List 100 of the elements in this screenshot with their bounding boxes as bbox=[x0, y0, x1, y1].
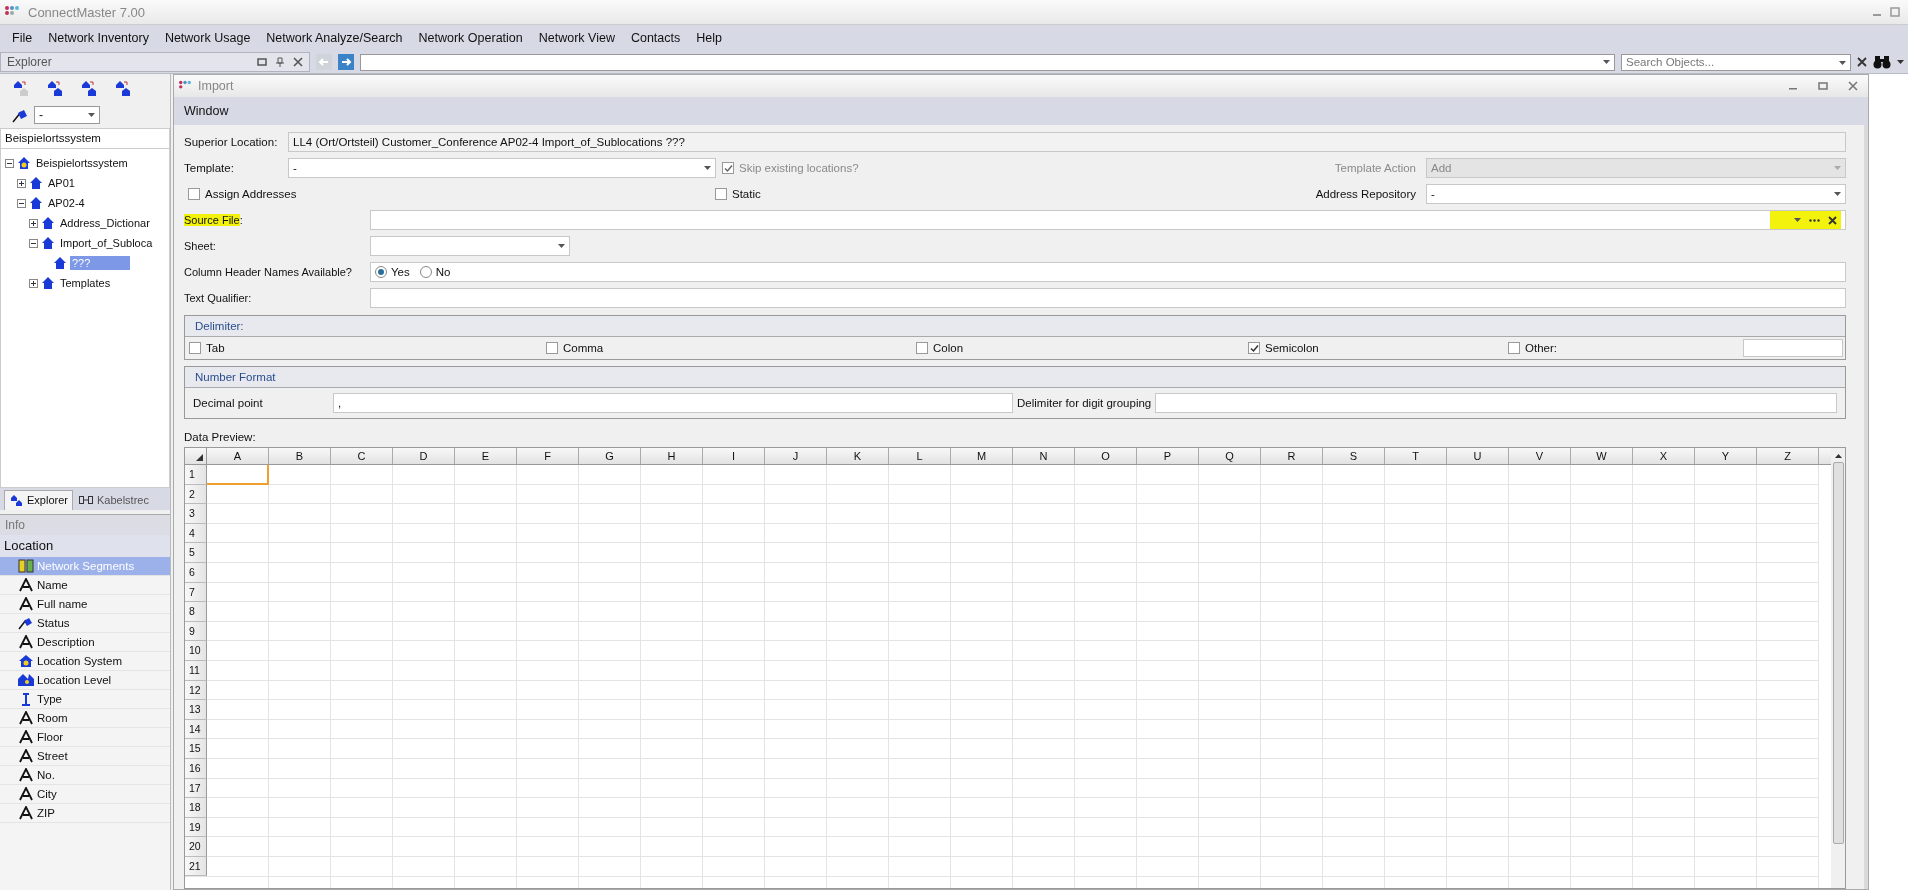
menu-item[interactable]: Network Usage bbox=[156, 31, 259, 45]
row-header[interactable]: 3 bbox=[185, 504, 207, 524]
tree-tool-icon[interactable] bbox=[80, 80, 96, 96]
delimiter-checkbox[interactable]: Comma bbox=[546, 342, 916, 354]
property-item[interactable]: Street bbox=[0, 746, 170, 766]
row-header[interactable]: 10 bbox=[185, 641, 207, 661]
expand-icon[interactable] bbox=[17, 178, 26, 188]
tree-item[interactable]: Address_Dictionar bbox=[58, 216, 152, 230]
column-header[interactable]: A bbox=[207, 448, 269, 464]
column-header[interactable]: R bbox=[1261, 448, 1323, 464]
column-header[interactable]: B bbox=[269, 448, 331, 464]
row-header[interactable]: 14 bbox=[185, 719, 207, 740]
property-item[interactable]: Name bbox=[0, 575, 170, 595]
caret-icon[interactable] bbox=[1897, 60, 1904, 64]
caret-icon[interactable] bbox=[88, 113, 95, 117]
row-header[interactable]: 7 bbox=[185, 582, 207, 603]
filter-dropdown[interactable]: - bbox=[34, 106, 100, 124]
menu-item[interactable]: File bbox=[4, 31, 41, 45]
column-header[interactable]: P bbox=[1137, 448, 1199, 464]
row-header[interactable]: 8 bbox=[185, 602, 207, 622]
location-system-field[interactable]: Beispielortssystem bbox=[0, 128, 170, 149]
column-header[interactable]: N bbox=[1013, 448, 1075, 464]
maximize-icon[interactable] bbox=[1818, 81, 1828, 91]
property-item[interactable]: Type bbox=[0, 689, 170, 709]
column-header[interactable]: G bbox=[579, 448, 641, 464]
column-header[interactable]: W bbox=[1571, 448, 1633, 464]
clear-icon[interactable] bbox=[1828, 215, 1837, 225]
menu-item[interactable]: Network Operation bbox=[410, 31, 531, 45]
delimiter-checkbox[interactable]: Other: bbox=[1508, 342, 1743, 354]
column-header[interactable]: L bbox=[889, 448, 951, 464]
row-header[interactable]: 6 bbox=[185, 562, 207, 583]
property-item[interactable]: No. bbox=[0, 765, 170, 785]
column-header[interactable]: H bbox=[641, 448, 703, 464]
row-header[interactable]: 18 bbox=[185, 798, 207, 818]
digit-grouping-field[interactable] bbox=[1155, 393, 1837, 413]
row-header[interactable]: 13 bbox=[185, 700, 207, 720]
column-header[interactable]: K bbox=[827, 448, 889, 464]
property-item[interactable]: Location Level bbox=[0, 670, 170, 690]
caret-icon[interactable] bbox=[1603, 60, 1610, 64]
column-header[interactable]: D bbox=[393, 448, 455, 464]
row-header[interactable]: 2 bbox=[185, 484, 207, 505]
menu-item[interactable]: Network Inventory bbox=[40, 31, 157, 45]
menu-item[interactable]: Network View bbox=[530, 31, 623, 45]
tree-item[interactable]: Templates bbox=[58, 276, 113, 290]
column-header[interactable]: Y bbox=[1695, 448, 1757, 464]
delimiter-checkbox[interactable]: Tab bbox=[189, 342, 546, 354]
search-field[interactable]: Search Objects... bbox=[1621, 53, 1851, 71]
column-header[interactable]: Z bbox=[1757, 448, 1819, 464]
column-header[interactable]: X bbox=[1633, 448, 1695, 464]
ellipsis-icon[interactable] bbox=[1809, 218, 1820, 222]
menu-item[interactable]: Network Analyze/Search bbox=[258, 31, 411, 45]
property-item[interactable]: Status bbox=[0, 613, 170, 633]
decimal-point-field[interactable]: , bbox=[333, 393, 1013, 413]
select-all-icon[interactable] bbox=[196, 454, 203, 461]
panel-tab[interactable]: Kabelstrec bbox=[74, 490, 153, 510]
column-header[interactable]: S bbox=[1323, 448, 1385, 464]
text-qualifier-field[interactable] bbox=[370, 288, 1846, 308]
tree-item[interactable]: AP01 bbox=[46, 176, 77, 190]
property-item[interactable]: City bbox=[0, 784, 170, 804]
column-header[interactable]: V bbox=[1509, 448, 1571, 464]
expand-icon[interactable] bbox=[29, 218, 38, 228]
collapse-icon[interactable] bbox=[29, 238, 38, 248]
close-icon[interactable] bbox=[293, 57, 303, 67]
active-cell[interactable] bbox=[207, 465, 269, 485]
source-file-field[interactable] bbox=[370, 210, 1846, 230]
property-item[interactable]: Room bbox=[0, 708, 170, 728]
row-header[interactable]: 9 bbox=[185, 621, 207, 642]
other-delimiter-field[interactable] bbox=[1743, 339, 1843, 357]
caret-icon[interactable] bbox=[704, 166, 711, 170]
tree-tool-icon[interactable] bbox=[12, 80, 28, 96]
address-repository-dropdown[interactable]: - bbox=[1426, 184, 1846, 204]
assign-addresses-checkbox[interactable]: Assign Addresses bbox=[184, 188, 709, 200]
menu-item[interactable]: Help bbox=[688, 31, 730, 45]
static-checkbox[interactable]: Static bbox=[715, 188, 761, 200]
menu-item[interactable]: Contacts bbox=[622, 31, 689, 45]
column-header[interactable]: Q bbox=[1199, 448, 1261, 464]
caret-icon[interactable] bbox=[1839, 60, 1846, 65]
pin-icon[interactable] bbox=[275, 57, 285, 67]
radio-button[interactable]: Yes bbox=[375, 266, 410, 278]
collapse-icon[interactable] bbox=[5, 158, 14, 168]
property-item[interactable]: Full name bbox=[0, 594, 170, 614]
binoculars-icon[interactable] bbox=[1873, 55, 1891, 69]
tree-item[interactable]: Import_of_Subloca bbox=[58, 236, 155, 250]
property-item[interactable]: Location System bbox=[0, 651, 170, 671]
row-header[interactable]: 16 bbox=[185, 758, 207, 779]
tree-tool-icon[interactable] bbox=[46, 80, 62, 96]
property-item[interactable]: Description bbox=[0, 632, 170, 652]
scroll-up-icon[interactable] bbox=[1834, 454, 1842, 458]
row-header[interactable]: 1 bbox=[185, 465, 207, 485]
column-header[interactable]: O bbox=[1075, 448, 1137, 464]
row-header[interactable]: 20 bbox=[185, 837, 207, 857]
row-header[interactable]: 4 bbox=[185, 523, 207, 544]
tree-tool-icon[interactable] bbox=[114, 80, 130, 96]
delimiter-checkbox[interactable]: Colon bbox=[916, 342, 1248, 354]
property-item[interactable]: ZIP bbox=[0, 803, 170, 823]
tree-item[interactable]: Beispielortssystem bbox=[34, 156, 130, 170]
row-header[interactable]: 17 bbox=[185, 778, 207, 799]
collapse-icon[interactable] bbox=[17, 198, 26, 208]
column-header[interactable]: C bbox=[331, 448, 393, 464]
column-header[interactable]: M bbox=[951, 448, 1013, 464]
